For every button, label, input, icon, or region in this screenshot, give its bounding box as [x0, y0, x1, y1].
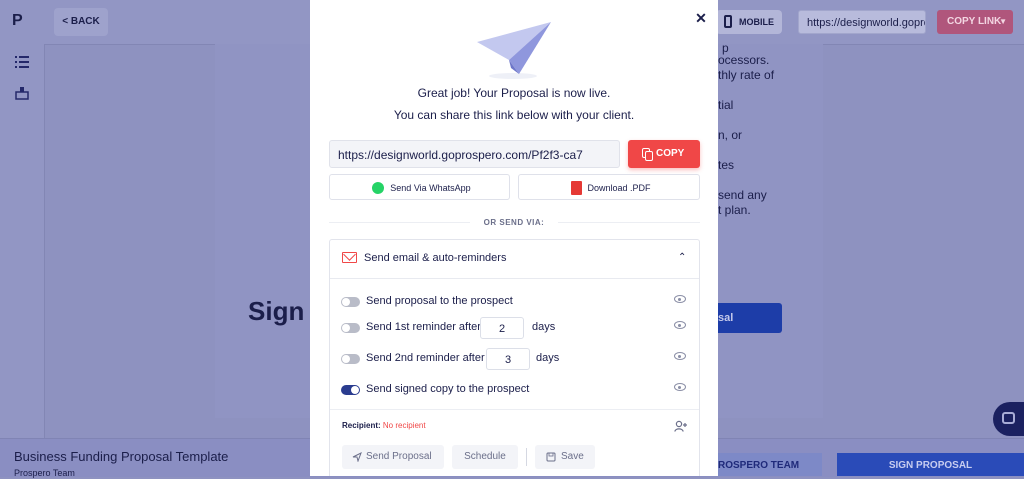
eye-icon[interactable] — [674, 383, 686, 391]
copy-link-button[interactable]: COPY LINK ▼ — [937, 10, 1013, 34]
row-label: Send signed copy to the prospect — [366, 383, 530, 395]
pdf-icon — [571, 181, 582, 195]
doc-text-line: tial — [718, 98, 734, 112]
email-reminders-panel: Send email & auto-reminders ⌃ Send propo… — [329, 239, 700, 476]
send-proposal-label: Send Proposal — [366, 451, 432, 462]
recipient-value: No recipient — [382, 421, 426, 430]
close-icon[interactable]: ✕ — [693, 10, 709, 26]
doc-text-line: n, or — [718, 128, 743, 142]
mobile-preview-button[interactable]: MOBILE — [716, 10, 782, 34]
phone-icon — [724, 15, 732, 28]
whatsapp-button[interactable]: Send Via WhatsApp — [329, 174, 510, 200]
eye-icon[interactable] — [674, 295, 686, 303]
email-panel-header[interactable]: Send email & auto-reminders ⌃ — [330, 240, 699, 279]
whatsapp-icon — [372, 182, 384, 194]
mobile-label: MOBILE — [739, 17, 774, 27]
download-pdf-button[interactable]: Download .PDF — [518, 174, 700, 200]
signed-copy-toggle[interactable] — [341, 385, 360, 395]
chevron-up-icon[interactable]: ⌃ — [678, 252, 686, 263]
row-label: Send proposal to the prospect — [366, 295, 513, 307]
save-button[interactable]: Save — [535, 445, 595, 469]
list-icon[interactable] — [6, 48, 38, 78]
copy-label: COPY — [656, 148, 685, 159]
doc-text-line: t plan. — [718, 203, 751, 217]
left-toolbar — [0, 44, 45, 438]
send-proposal-button[interactable]: Send Proposal — [342, 445, 444, 469]
send-proposal-toggle[interactable] — [341, 297, 360, 307]
recipient-row: Recipient: No recipient — [342, 421, 426, 430]
proposal-title: Business Funding Proposal Template — [14, 449, 229, 464]
doc-text-line: tes — [718, 158, 735, 172]
row-label: Send 2nd reminder after — [366, 352, 485, 364]
days-label: days — [536, 352, 560, 364]
divider — [330, 409, 699, 410]
mail-icon — [342, 252, 357, 263]
eye-icon[interactable] — [674, 352, 686, 360]
second-reminder-toggle[interactable] — [341, 354, 360, 364]
publish-modal: ✕ Great job! Your Proposal is now live. … — [310, 0, 718, 476]
signature-heading: Sign — [248, 296, 305, 326]
doc-text-line: thly rate of — [718, 68, 775, 82]
first-reminder-toggle[interactable] — [341, 323, 360, 333]
copy-link-label: COPY LINK — [947, 16, 1002, 27]
blocks-icon[interactable] — [6, 80, 38, 110]
success-message: Great job! Your Proposal is now live. — [417, 86, 611, 100]
eye-icon[interactable] — [674, 321, 686, 329]
team-button[interactable]: ROSPERO TEAM — [716, 453, 822, 476]
share-instructions: You can share this link below with your … — [393, 108, 635, 122]
doc-text-line: ocessors. — [718, 53, 770, 67]
divider — [526, 448, 527, 466]
doc-text-line: send any — [718, 188, 767, 202]
copy-button[interactable]: COPY — [628, 140, 700, 168]
second-reminder-days-input[interactable]: 3 — [486, 348, 530, 370]
app-logo: P — [12, 12, 23, 29]
paper-plane-icon — [477, 22, 551, 79]
save-icon — [546, 452, 556, 462]
reminder-row: Send 1st reminder after 2 days — [330, 317, 699, 341]
proposal-link-input[interactable]: https://designworld.goprospero.com/Pf2f3… — [329, 140, 620, 168]
row-label: Send 1st reminder after — [366, 321, 481, 333]
add-recipient-icon[interactable] — [674, 420, 688, 432]
sign-proposal-button[interactable]: SIGN PROPOSAL — [837, 453, 1024, 476]
share-url-field[interactable]: https://designworld.gopro — [798, 10, 926, 34]
days-label: days — [532, 321, 556, 333]
proposal-owner: Prospero Team — [14, 468, 75, 478]
send-icon — [352, 452, 362, 462]
schedule-button[interactable]: Schedule — [452, 445, 518, 469]
reminder-row: Send signed copy to the prospect — [330, 379, 699, 403]
or-send-via-label: OR SEND VIA: — [469, 218, 559, 227]
panel-title: Send email & auto-reminders — [364, 252, 507, 264]
first-reminder-days-input[interactable]: 2 — [480, 317, 524, 339]
doc-proposal-button[interactable]: sal — [710, 303, 782, 333]
reminder-row: Send 2nd reminder after 3 days — [330, 348, 699, 372]
caret-down-icon[interactable]: ▼ — [999, 10, 1007, 34]
recipient-label: Recipient: — [342, 421, 381, 430]
reminder-row: Send proposal to the prospect — [330, 291, 699, 315]
back-button[interactable]: < BACK — [54, 8, 108, 36]
save-label: Save — [561, 451, 584, 462]
chat-widget-icon[interactable] — [993, 402, 1024, 436]
